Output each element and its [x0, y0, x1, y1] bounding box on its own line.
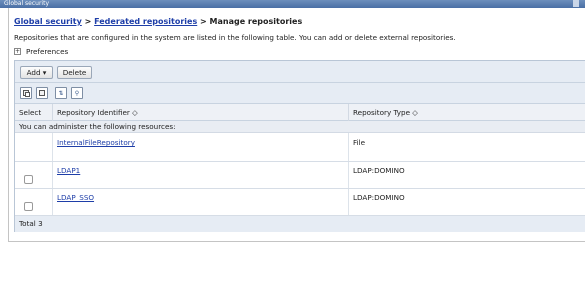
- breadcrumb-link-global-security[interactable]: Global security: [14, 17, 82, 26]
- table-header: Select Repository Identifier ◇ Repositor…: [15, 104, 585, 121]
- selection-toolbar: ⇅ ⚲: [15, 83, 585, 104]
- repository-link-internalfilerepository[interactable]: InternalFileRepository: [57, 138, 135, 147]
- select-cell: [15, 162, 53, 188]
- column-header-repository-type[interactable]: Repository Type ◇: [349, 104, 585, 121]
- preferences-label[interactable]: Preferences: [26, 47, 68, 56]
- repository-link-ldap-sso[interactable]: LDAP_SSO: [57, 193, 94, 202]
- column-header-repository-identifier[interactable]: Repository Identifier ◇: [53, 104, 349, 121]
- close-icon[interactable]: [573, 0, 579, 7]
- window-title: Global security: [4, 0, 50, 7]
- page-description: Repositories that are configured in the …: [14, 33, 456, 42]
- breadcrumb: Global security > Federated repositories…: [14, 17, 302, 26]
- resources-group-label: You can administer the following resourc…: [15, 121, 585, 133]
- row-checkbox[interactable]: [24, 202, 33, 211]
- table-row: LDAP1 LDAP:DOMINO: [15, 162, 585, 189]
- expand-icon[interactable]: +: [14, 48, 21, 55]
- select-cell: [15, 133, 53, 161]
- table-row: LDAP_SSO LDAP:DOMINO: [15, 189, 585, 216]
- breadcrumb-separator: >: [200, 17, 207, 26]
- breadcrumb-current: Manage repositories: [209, 17, 303, 26]
- repository-type-cell: File: [353, 138, 366, 147]
- row-checkbox[interactable]: [24, 175, 33, 184]
- preferences-toggle[interactable]: + Preferences: [14, 47, 68, 56]
- select-cell: [15, 189, 53, 215]
- repository-link-ldap1[interactable]: LDAP1: [57, 166, 80, 175]
- window-titlebar: Global security: [0, 0, 585, 8]
- deselect-all-icon[interactable]: [36, 87, 48, 99]
- repository-type-cell: LDAP:DOMINO: [353, 166, 405, 175]
- column-header-select: Select: [15, 104, 53, 121]
- repositories-table: Add ▾ Delete ⇅ ⚲ Select Repository Ident…: [14, 60, 585, 232]
- table-row: InternalFileRepository File: [15, 133, 585, 162]
- clear-filter-icon[interactable]: ⚲: [71, 87, 83, 99]
- repository-type-cell: LDAP:DOMINO: [353, 193, 405, 202]
- select-all-icon[interactable]: [20, 87, 32, 99]
- action-toolbar: Add ▾ Delete: [15, 61, 585, 83]
- delete-button[interactable]: Delete: [57, 66, 92, 79]
- show-filter-icon[interactable]: ⇅: [55, 87, 67, 99]
- add-button[interactable]: Add ▾: [20, 66, 53, 79]
- table-total: Total 3: [15, 216, 585, 232]
- breadcrumb-link-federated-repositories[interactable]: Federated repositories: [94, 17, 197, 26]
- breadcrumb-separator: >: [84, 17, 92, 26]
